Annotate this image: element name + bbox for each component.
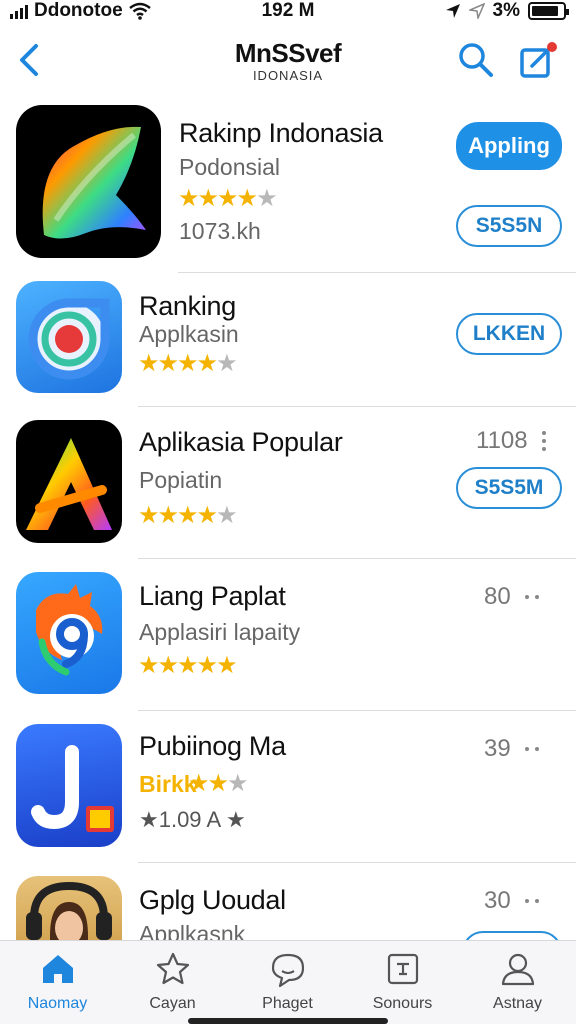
app-meta: 39 — [484, 735, 539, 763]
app-icon-2[interactable] — [16, 281, 122, 393]
app-primary-button[interactable]: Appling — [456, 122, 562, 170]
tab-label: Sonours — [372, 995, 433, 1012]
app-row-2[interactable]: Ranking Applkasin ★★★★★ LKKEN — [0, 273, 576, 407]
review-count: 80 — [484, 583, 511, 610]
app-get-button[interactable]: LKKEN — [456, 313, 562, 355]
chat-icon — [271, 953, 304, 988]
rating-stars: ★★★★★ — [178, 185, 278, 212]
tab-featured[interactable]: Cayan — [115, 949, 230, 1013]
review-count: 30 — [484, 887, 511, 914]
tab-label: Cayan — [149, 995, 196, 1012]
app-icon-3[interactable] — [16, 420, 122, 543]
app-icon-1[interactable] — [16, 105, 161, 258]
app-icon-5[interactable] — [16, 724, 122, 847]
alarm-icon — [468, 3, 485, 19]
review-count: 1108 — [476, 427, 528, 454]
app-name[interactable]: Pubiinog Ma — [139, 731, 286, 762]
list-icon — [387, 953, 418, 985]
home-icon — [42, 955, 73, 983]
navigation-bar: MnSSvef IDONASIA — [0, 30, 576, 94]
location-icon — [445, 4, 460, 18]
app-name[interactable]: Rakinp Indonasia — [179, 118, 383, 149]
status-bar: Ddonotoe 192 M 3% — [0, 0, 576, 30]
app-meta: 80 — [484, 583, 539, 611]
rating-stars: ★★★★★ — [138, 652, 238, 679]
status-right: 3% — [445, 0, 569, 22]
app-row-4[interactable]: Liang Paplat Applasiri lapaity ★★★★★ 80 — [0, 559, 576, 711]
app-get-button[interactable]: S5S5M — [456, 467, 562, 509]
app-row-1[interactable]: Rakinp Indonasia Podonsial ★★★★★ 1073.kh… — [0, 100, 576, 273]
app-name[interactable]: Ranking — [139, 291, 236, 322]
app-subtitle: Applasiri lapaity — [139, 619, 301, 645]
more-horizontal-icon[interactable] — [524, 899, 539, 903]
app-name[interactable]: Gplg Uoudal — [139, 885, 286, 916]
person-icon — [501, 953, 534, 986]
app-row-5[interactable]: Pubiinog Ma Birkk ★★★ ★1.09 A ★ 39 — [0, 711, 576, 863]
tab-bar: Naomay Cayan Phaget Sonours Astnay — [0, 940, 576, 1024]
home-indicator[interactable] — [188, 1018, 388, 1024]
battery-icon — [528, 2, 569, 20]
download-count: ★1.09 A ★ — [139, 807, 246, 832]
app-subtitle: Applkasnk — [139, 921, 246, 940]
app-row-6[interactable]: Gplg Uoudal Applkasnk 30 — [0, 863, 576, 940]
app-name[interactable]: Liang Paplat — [139, 581, 286, 612]
more-horizontal-icon[interactable] — [524, 595, 539, 599]
tab-label: Naomay — [27, 995, 88, 1012]
app-subtitle: Applkasin — [139, 321, 239, 347]
rating-stars: ★★★★★ — [138, 350, 238, 377]
tab-label: Phaget — [262, 995, 313, 1012]
tab-home[interactable]: Naomay — [0, 949, 115, 1013]
app-get-button[interactable] — [462, 931, 562, 940]
app-row-3[interactable]: Aplikasia Popular Popiatin ★★★★★ 1108 S5… — [0, 407, 576, 559]
app-icon-4[interactable] — [16, 572, 122, 694]
rating-stars: ★★★ — [188, 770, 248, 797]
download-count: 1073.kh — [179, 218, 261, 244]
app-subtitle: Popiatin — [139, 467, 223, 493]
battery-label: 3% — [492, 0, 520, 21]
app-icon-6[interactable] — [16, 876, 122, 940]
app-subtitle: Podonsial — [179, 154, 281, 180]
rating-stars: ★★★★★ — [138, 502, 238, 529]
tab-updates[interactable]: Sonours — [345, 949, 460, 1013]
review-count: 39 — [484, 735, 511, 762]
app-name[interactable]: Aplikasia Popular — [139, 427, 343, 458]
app-get-button[interactable]: S5S5N — [456, 205, 562, 247]
more-vertical-icon[interactable] — [541, 431, 546, 451]
app-meta: 30 — [484, 887, 539, 915]
tab-account[interactable]: Astnay — [460, 949, 575, 1013]
tab-label: Astnay — [493, 995, 542, 1012]
star-icon — [156, 952, 189, 985]
app-meta: 1108 — [476, 427, 546, 455]
search-icon[interactable] — [456, 40, 496, 80]
more-horizontal-icon[interactable] — [524, 747, 539, 751]
tab-chat[interactable]: Phaget — [230, 949, 345, 1013]
compose-icon[interactable] — [516, 38, 560, 82]
